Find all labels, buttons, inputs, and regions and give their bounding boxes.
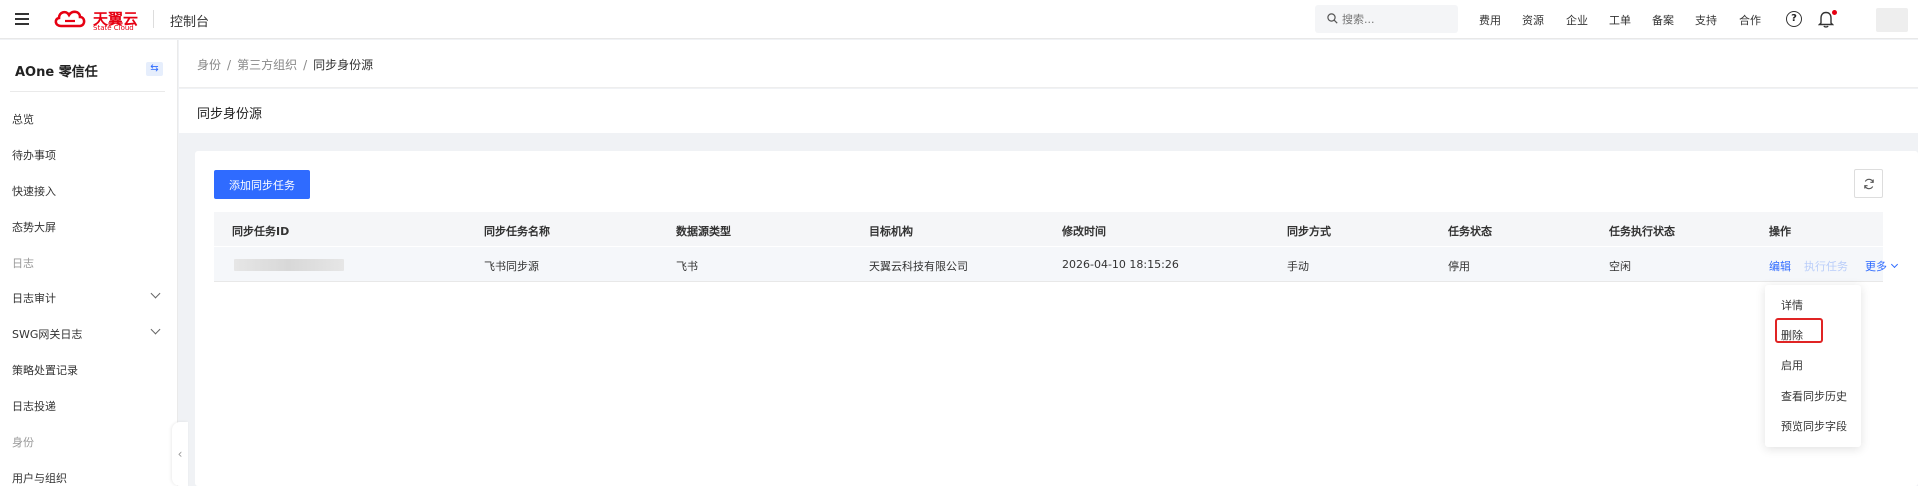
menu-icon[interactable]	[15, 13, 29, 25]
table-row[interactable]: 飞书同步源 飞书 天翼云科技有限公司 2026-04-10 18:15:26 手…	[214, 247, 1899, 282]
sidebar-title: AOne 零信任	[15, 65, 98, 80]
col-modified-time: 修改时间	[1062, 225, 1106, 238]
menu-item-enable[interactable]: 启用	[1781, 357, 1803, 373]
menu-item-delete[interactable]: 删除	[1781, 327, 1803, 343]
nav-enterprise[interactable]: 企业	[1566, 12, 1588, 28]
sidebar-collapse-icon[interactable]: ‹	[172, 422, 188, 486]
page-title: 同步身份源	[197, 107, 263, 122]
col-exec-status: 任务执行状态	[1609, 225, 1675, 238]
chevron-down-icon[interactable]	[150, 324, 161, 335]
help-icon[interactable]: ?	[1786, 11, 1802, 27]
notification-dot	[1832, 10, 1837, 15]
nav-fees[interactable]: 费用	[1479, 12, 1501, 28]
breadcrumb-bar: 身份 / 第三方组织 / 同步身份源	[179, 40, 1918, 88]
breadcrumb-separator: /	[227, 58, 232, 72]
sidebar-item-dashboard[interactable]: 态势大屏	[12, 219, 56, 235]
col-target-org: 目标机构	[869, 225, 913, 238]
target-org: 天翼云科技有限公司	[869, 260, 968, 273]
breadcrumb-current: 同步身份源	[313, 58, 374, 72]
sidebar: AOne 零信任 ⇆ 总览 待办事项 快速接入 态势大屏 日志 日志审计 SWG…	[0, 40, 178, 486]
more-label: 更多	[1865, 260, 1887, 273]
col-task-status: 任务状态	[1448, 225, 1492, 238]
task-name: 飞书同步源	[484, 260, 539, 273]
col-task-id: 同步任务ID	[232, 225, 290, 238]
exec-status: 空闲	[1609, 260, 1631, 273]
refresh-icon	[1863, 178, 1874, 190]
col-actions: 操作	[1769, 225, 1791, 238]
avatar[interactable]	[1876, 8, 1908, 32]
table-header: 同步任务ID 同步任务名称 数据源类型 目标机构 修改时间 同步方式 任务状态 …	[214, 212, 1883, 246]
refresh-button[interactable]	[1854, 169, 1883, 198]
col-task-name: 同步任务名称	[484, 225, 550, 238]
nav-partner[interactable]: 合作	[1739, 12, 1761, 28]
breadcrumb-separator: /	[303, 58, 308, 72]
divider	[10, 91, 165, 92]
chevron-down-icon[interactable]	[150, 288, 161, 299]
search-input[interactable]	[1342, 10, 1452, 28]
console-title[interactable]: 控制台	[170, 11, 209, 30]
source-type: 飞书	[676, 260, 698, 273]
nav-support[interactable]: 支持	[1695, 12, 1717, 28]
col-sync-mode: 同步方式	[1287, 225, 1331, 238]
sidebar-item-swg-logs[interactable]: SWG网关日志	[12, 326, 82, 342]
sidebar-item-log-delivery[interactable]: 日志投递	[12, 398, 56, 414]
task-status: 停用	[1448, 260, 1470, 273]
col-source-type: 数据源类型	[676, 225, 731, 238]
sidebar-item-quick-access[interactable]: 快速接入	[12, 183, 56, 199]
run-task-link[interactable]: 执行任务	[1804, 258, 1848, 274]
menu-item-preview-fields[interactable]: 预览同步字段	[1781, 418, 1847, 434]
add-sync-task-button[interactable]: 添加同步任务	[214, 170, 310, 199]
sidebar-group-identity: 身份	[12, 436, 34, 449]
nav-tickets[interactable]: 工单	[1609, 12, 1631, 28]
breadcrumb: 身份 / 第三方组织 / 同步身份源	[197, 56, 373, 73]
sidebar-item-todo[interactable]: 待办事项	[12, 147, 56, 163]
switch-icon[interactable]: ⇆	[146, 62, 163, 76]
sync-mode: 手动	[1287, 260, 1309, 273]
sidebar-item-policy-records[interactable]: 策略处置记录	[12, 362, 78, 378]
edit-link[interactable]: 编辑	[1769, 258, 1791, 274]
chevron-down-icon	[1890, 260, 1899, 269]
breadcrumb-identity[interactable]: 身份	[197, 58, 221, 72]
brand-subtitle: State Cloud	[93, 24, 134, 32]
divider	[153, 10, 154, 28]
sidebar-item-log-audit[interactable]: 日志审计	[12, 290, 56, 306]
menu-item-details[interactable]: 详情	[1781, 297, 1803, 313]
sidebar-group-logs: 日志	[12, 257, 34, 270]
more-actions-menu: 详情 删除 启用 查看同步历史 预览同步字段	[1765, 285, 1861, 447]
sidebar-item-users-orgs[interactable]: 用户与组织	[12, 470, 67, 486]
content-card: 添加同步任务 同步任务ID 同步任务名称 数据源类型 目标机构 修改时间 同步方…	[195, 151, 1918, 486]
search-icon	[1327, 13, 1338, 24]
sidebar-item-overview[interactable]: 总览	[12, 111, 34, 127]
task-id-redacted	[234, 259, 344, 271]
page-header: 同步身份源	[179, 89, 1918, 133]
top-bar: 天翼云 State Cloud 控制台 费用 资源 企业 工单 备案 支持 合作…	[0, 0, 1918, 39]
more-dropdown[interactable]: 更多	[1865, 258, 1899, 274]
breadcrumb-third-party-org[interactable]: 第三方组织	[237, 58, 297, 72]
modified-time: 2026-04-10 18:15:26	[1062, 258, 1179, 271]
menu-item-sync-history[interactable]: 查看同步历史	[1781, 388, 1847, 404]
cloud-logo-icon	[54, 10, 86, 28]
nav-resources[interactable]: 资源	[1522, 12, 1544, 28]
nav-filing[interactable]: 备案	[1652, 12, 1674, 28]
search-box[interactable]	[1315, 5, 1458, 33]
